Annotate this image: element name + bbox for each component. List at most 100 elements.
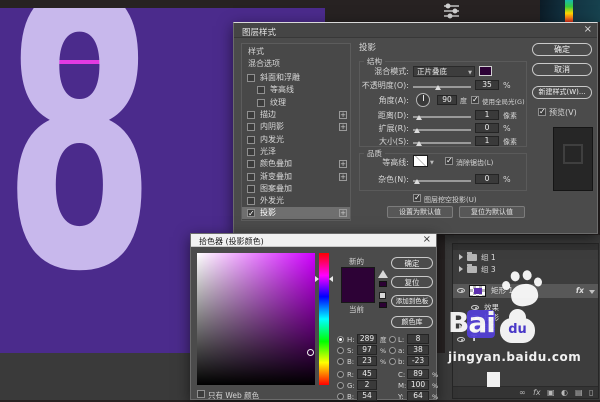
fx-collapse-icon[interactable]: [589, 290, 595, 294]
ok-button[interactable]: 确定: [532, 43, 592, 56]
link-layers-icon[interactable]: ∞: [519, 388, 526, 397]
reset-button[interactable]: 复位: [391, 276, 433, 288]
visibility-eye-icon[interactable]: [471, 305, 479, 310]
style-item-inner-shadow[interactable]: 内阴影+: [242, 121, 350, 133]
g-value[interactable]: 2: [357, 380, 377, 390]
reset-default-button[interactable]: 复位为默认值: [459, 206, 525, 218]
style-item-inner-glow[interactable]: 内发光: [242, 134, 350, 146]
hue-arrow-right-icon[interactable]: [329, 276, 333, 282]
saturation-brightness-field[interactable]: [197, 253, 315, 385]
expand-icon[interactable]: [459, 324, 463, 330]
contour-thumbnail[interactable]: [413, 155, 428, 167]
style-item-stroke[interactable]: 描边+: [242, 109, 350, 121]
style-item-outer-glow[interactable]: 外发光: [242, 195, 350, 207]
layer-row-rectangle1[interactable]: 矩形 1 fx: [453, 284, 598, 298]
layer-row-group1[interactable]: 组 1: [453, 252, 598, 263]
add-instance-icon[interactable]: +: [339, 173, 347, 181]
add-instance-icon[interactable]: +: [339, 111, 347, 119]
gamut-swatch[interactable]: [379, 281, 387, 287]
spread-slider[interactable]: [413, 129, 471, 131]
global-light-checkbox[interactable]: [471, 96, 479, 104]
s-value[interactable]: 97: [357, 345, 377, 355]
checkbox-icon[interactable]: [247, 185, 255, 193]
add-instance-icon[interactable]: +: [339, 160, 347, 168]
style-item-contour[interactable]: 等高线: [242, 84, 350, 96]
spread-value[interactable]: 0: [475, 123, 499, 133]
bb-radio[interactable]: [389, 358, 396, 365]
expand-icon[interactable]: [459, 266, 463, 272]
layer-row-group3[interactable]: 组 3: [453, 264, 598, 275]
r-radio[interactable]: [337, 371, 344, 378]
blend-mode-select[interactable]: 正片叠底: [413, 66, 475, 77]
adjustment-layer-icon[interactable]: ◐: [561, 388, 568, 397]
h-value[interactable]: 289: [357, 334, 377, 344]
noise-slider[interactable]: [413, 180, 471, 182]
style-item-satin[interactable]: 光泽: [242, 146, 350, 158]
gamut-warning-icon[interactable]: [378, 270, 388, 278]
angle-dial[interactable]: [416, 93, 430, 107]
layer-thumbnail[interactable]: [469, 285, 486, 297]
hue-slider[interactable]: [319, 253, 329, 385]
web-only-checkbox[interactable]: [197, 390, 205, 398]
l-radio[interactable]: [389, 336, 396, 343]
web-safe-cube-icon[interactable]: [379, 292, 386, 299]
new-style-button[interactable]: 新建样式(W)...: [532, 86, 592, 99]
checkbox-icon[interactable]: [257, 99, 265, 107]
b-radio[interactable]: [337, 358, 344, 365]
contour-dropdown-icon[interactable]: ▼: [430, 158, 434, 168]
checkbox-icon[interactable]: [247, 197, 255, 205]
layer-style-icon[interactable]: fx: [533, 388, 541, 397]
shadow-color-swatch[interactable]: [479, 66, 492, 76]
checkbox-icon[interactable]: [257, 86, 265, 94]
distance-slider[interactable]: [413, 116, 471, 118]
checkbox-icon[interactable]: [247, 111, 255, 119]
layer-style-titlebar[interactable]: 图层样式 ×: [234, 23, 597, 38]
style-item-color-overlay[interactable]: 颜色叠加+: [242, 158, 350, 170]
expand-icon[interactable]: [459, 254, 463, 260]
hue-arrow-left-icon[interactable]: [315, 276, 319, 282]
opacity-slider[interactable]: [413, 86, 471, 88]
color-picker-titlebar[interactable]: 拾色器 (投影颜色) ×: [191, 234, 436, 247]
b-value[interactable]: 23: [357, 356, 377, 366]
c-value[interactable]: 89: [407, 369, 429, 379]
visibility-eye-icon[interactable]: [471, 315, 479, 320]
close-icon[interactable]: ×: [584, 24, 592, 35]
delete-layer-icon[interactable]: ▯: [589, 388, 593, 397]
ok-button[interactable]: 确定: [391, 257, 433, 269]
checkbox-icon[interactable]: [247, 160, 255, 168]
h-radio[interactable]: [337, 336, 344, 343]
checkbox-icon[interactable]: [247, 74, 255, 82]
angle-value[interactable]: 90: [437, 95, 457, 105]
checkbox-icon[interactable]: [247, 148, 255, 156]
web-safe-swatch[interactable]: [379, 302, 387, 308]
layer-row-text[interactable]: T: [453, 334, 598, 345]
noise-value[interactable]: 0: [475, 174, 499, 184]
r-value[interactable]: 45: [357, 369, 377, 379]
layer-row-group2[interactable]: 组 2: [453, 322, 598, 333]
style-item-bevel-emboss[interactable]: 斜面和浮雕: [242, 72, 350, 84]
opacity-value[interactable]: 35: [475, 80, 499, 90]
distance-value[interactable]: 1: [475, 110, 499, 120]
a-radio[interactable]: [389, 347, 396, 354]
bb-value[interactable]: -23: [407, 356, 429, 366]
l-value[interactable]: 8: [407, 334, 429, 344]
size-slider[interactable]: [413, 142, 471, 144]
knockout-checkbox[interactable]: [413, 194, 421, 202]
style-item-gradient-overlay[interactable]: 渐变叠加+: [242, 171, 350, 183]
s-radio[interactable]: [337, 347, 344, 354]
preview-checkbox[interactable]: [538, 108, 546, 116]
styles-header[interactable]: 样式: [248, 47, 264, 57]
close-icon[interactable]: ×: [423, 234, 431, 245]
size-value[interactable]: 1: [475, 136, 499, 146]
fx-badge[interactable]: fx: [576, 284, 584, 298]
cancel-button[interactable]: 取消: [532, 63, 592, 76]
checkbox-checked-icon[interactable]: [247, 209, 255, 217]
m-value[interactable]: 100: [407, 380, 429, 390]
color-libraries-button[interactable]: 颜色库: [391, 316, 433, 328]
b2-radio[interactable]: [337, 393, 344, 400]
visibility-eye-icon[interactable]: [457, 288, 465, 293]
a-value[interactable]: 38: [407, 345, 429, 355]
visibility-eye-icon[interactable]: [457, 337, 465, 342]
add-instance-icon[interactable]: +: [339, 123, 347, 131]
checkbox-icon[interactable]: [247, 173, 255, 181]
